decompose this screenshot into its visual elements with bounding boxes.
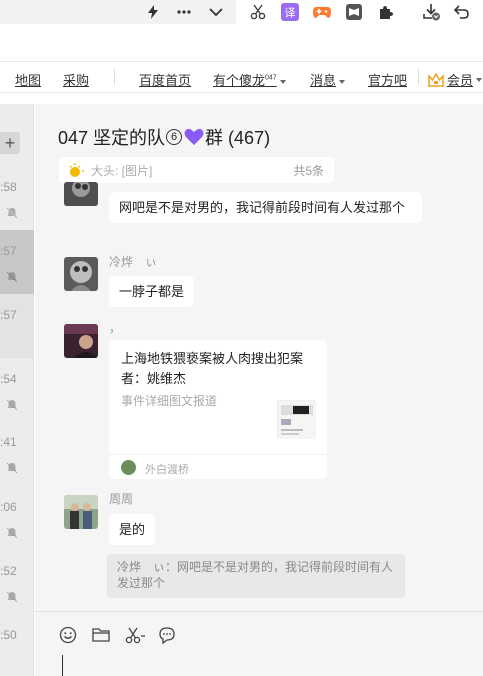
nav-user-label: 有个傻龙: [213, 73, 266, 88]
session-time: :52: [0, 564, 17, 578]
purple-heart-icon: [184, 128, 204, 145]
extension-icon[interactable]: [374, 0, 398, 24]
message-sender: 周周: [109, 492, 134, 506]
session-time: :41: [0, 435, 17, 449]
card-footer: 外白渡桥: [109, 454, 327, 479]
screenshot-scissors-icon[interactable]: [125, 626, 147, 644]
session-time: :57: [0, 308, 17, 322]
mute-bell-icon: [6, 527, 18, 539]
chevron-down-icon[interactable]: [204, 0, 228, 24]
session-item-hover[interactable]: [0, 294, 34, 358]
translate-icon[interactable]: 译: [278, 0, 302, 24]
more-icon[interactable]: [172, 0, 196, 24]
nav-official-link[interactable]: 官方吧: [368, 70, 407, 89]
message-bubble[interactable]: 是的: [109, 514, 156, 545]
message-bubble[interactable]: 一脖子都是: [109, 276, 195, 307]
source-icon: [121, 460, 136, 475]
quoted-reply[interactable]: 冷烨 ぃ：网吧是不是对男的，我记得前段时间有人发过那个: [107, 554, 405, 598]
card-thumbnail: [277, 400, 316, 439]
chat-panel: 047 坚定的队 6 群 (467) 大头: [图片] 共5条 网吧是不是对男的…: [35, 104, 483, 676]
pinned-count[interactable]: 共5条: [293, 162, 324, 179]
crown-icon: [428, 72, 444, 87]
avatar[interactable]: [64, 324, 98, 358]
nav-baidu-link[interactable]: 百度首页: [139, 70, 191, 89]
nav-messages-menu[interactable]: 消息: [310, 70, 346, 89]
folder-icon[interactable]: [92, 626, 110, 644]
undo-icon[interactable]: [450, 0, 474, 24]
session-time: :58: [0, 180, 17, 194]
chat-title-suffix: 群 (467): [205, 128, 271, 148]
nav-map-link[interactable]: 地图: [15, 70, 41, 89]
reader-icon[interactable]: [342, 0, 366, 24]
browser-toolbar: 译: [0, 0, 483, 24]
game-icon[interactable]: [310, 0, 334, 24]
message-input-area[interactable]: [35, 611, 483, 676]
toolbar-left-area: [0, 0, 236, 24]
card-title: 上海地铁猥亵案被人肉搜出犯案者：姚维杰: [121, 351, 304, 386]
message-sender: 冷烨 ぃ: [109, 255, 158, 269]
avatar[interactable]: [64, 495, 98, 529]
emoji-icon[interactable]: [59, 626, 77, 644]
nav-user-sup: 047: [265, 74, 277, 82]
mute-bell-icon: [6, 591, 18, 603]
chevron-down-icon: [339, 79, 346, 84]
chat-bubble-icon[interactable]: [158, 626, 176, 644]
session-item-active[interactable]: [0, 230, 34, 294]
chat-title-number: 6: [166, 129, 183, 145]
session-time: :54: [0, 372, 17, 386]
download-icon[interactable]: [420, 0, 444, 24]
mute-bell-icon: [6, 462, 18, 474]
chevron-down-icon: [476, 77, 483, 82]
nav-vip-menu[interactable]: 会员: [428, 70, 483, 89]
scissors-icon[interactable]: [246, 0, 270, 24]
nav-user-menu[interactable]: 有个傻龙047: [213, 70, 286, 89]
session-time: :57: [0, 244, 17, 258]
svg-text:译: 译: [285, 7, 296, 20]
session-list: + :58 :57 :57 :54 :41 :06 :52 :50: [0, 104, 34, 676]
add-session-button[interactable]: +: [0, 132, 20, 154]
pinned-text: 大头: [图片]: [91, 163, 153, 178]
sun-icon: [69, 163, 84, 177]
mute-bell-icon: [6, 207, 18, 219]
avatar[interactable]: [64, 257, 98, 291]
session-time: :50: [0, 628, 17, 642]
card-description: 事件详细图文报道: [121, 394, 218, 408]
toolbar-right-area: 译: [236, 0, 483, 24]
nav-vip-label: 会员: [447, 73, 474, 88]
text-cursor: [62, 655, 63, 676]
bolt-icon[interactable]: [141, 0, 165, 24]
chat-title-prefix: 047 坚定的队: [58, 128, 166, 148]
link-card[interactable]: 上海地铁猥亵案被人肉搜出犯案者：姚维杰 事件详细图文报道 外白渡桥: [109, 340, 327, 479]
nav-messages-label: 消息: [310, 73, 337, 88]
chat-title: 047 坚定的队 6 群 (467): [58, 124, 270, 150]
mute-bell-icon: [6, 271, 18, 283]
pinned-announcement[interactable]: 大头: [图片] 共5条: [59, 157, 334, 183]
message-bubble[interactable]: 网吧是不是对男的，我记得前段时间有人发过那个: [109, 192, 422, 223]
mute-bell-icon: [6, 399, 18, 411]
nav-shop-link[interactable]: 采购: [63, 70, 89, 89]
nav-divider: [114, 69, 115, 85]
card-source: 外白渡桥: [145, 464, 189, 476]
message-sender: ，: [109, 321, 122, 335]
chevron-down-icon: [279, 79, 286, 84]
session-time: :06: [0, 500, 17, 514]
nav-bar: 地图 采购 百度首页 有个傻龙047 消息 官方吧 会员: [0, 61, 483, 93]
nav-divider: [418, 69, 419, 85]
avatar[interactable]: [64, 182, 98, 206]
